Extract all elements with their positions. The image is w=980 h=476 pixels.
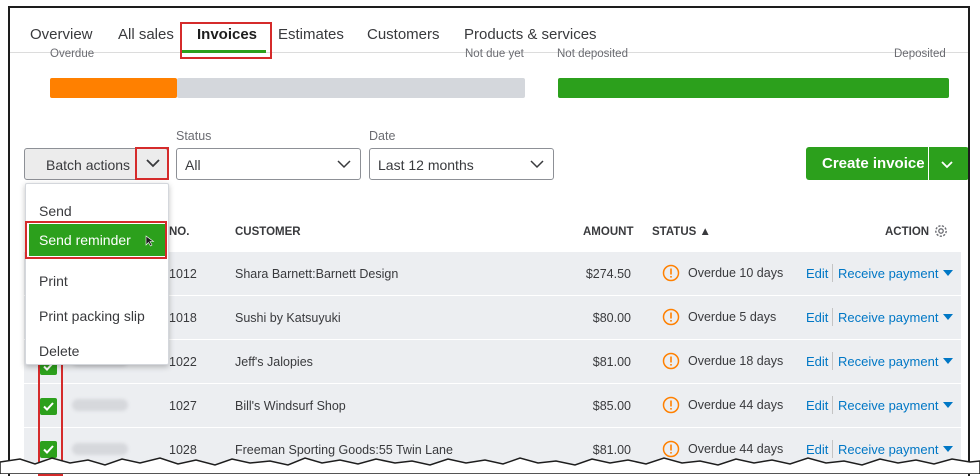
customer-name: Bill's Windsurf Shop: [235, 399, 346, 413]
invoices-page: Overview All sales Invoices Estimates Cu…: [8, 6, 970, 476]
warning-icon: [662, 352, 680, 370]
edit-link[interactable]: Edit: [806, 398, 828, 413]
caret-down-icon[interactable]: [942, 400, 954, 410]
header-action: ACTION: [885, 226, 930, 238]
action-divider: [832, 352, 833, 370]
customer-name: Sushi by Katsuyuki: [235, 311, 341, 325]
invoice-no: 1022: [169, 355, 197, 369]
receive-payment-link[interactable]: Receive payment: [838, 398, 938, 413]
chevron-down-icon[interactable]: [938, 155, 956, 173]
menu-item-send-reminder-label: Send reminder: [39, 232, 131, 248]
invoice-amount: $81.00: [592, 355, 631, 369]
receive-payment-link[interactable]: Receive payment: [838, 266, 938, 281]
customer-name: Jeff's Jalopies: [235, 355, 313, 369]
date-filter-label: Date: [369, 129, 396, 143]
row-checkbox[interactable]: [40, 398, 57, 415]
deposited-caption: Deposited: [894, 48, 946, 60]
edit-link[interactable]: Edit: [806, 266, 828, 281]
menu-item-send[interactable]: Send: [39, 203, 72, 219]
warning-icon: [662, 308, 680, 326]
torn-edge: [0, 457, 980, 474]
batch-actions-label: Batch actions: [46, 157, 131, 173]
deposited-bar[interactable]: [558, 78, 949, 98]
menu-item-send-reminder[interactable]: Send reminder: [29, 224, 165, 256]
warning-icon: [662, 264, 680, 282]
invoice-no: 1012: [169, 267, 197, 281]
not-deposited-caption: Not deposited: [557, 48, 628, 60]
batch-actions-button[interactable]: Batch actions: [24, 148, 168, 180]
header-customer[interactable]: CUSTOMER: [235, 226, 301, 238]
chevron-down-icon: [337, 160, 351, 169]
customer-name: Shara Barnett:Barnett Design: [235, 267, 399, 281]
overdue-bar[interactable]: [50, 78, 177, 98]
status-filter-label: Status: [176, 129, 212, 143]
action-divider: [832, 396, 833, 414]
check-icon: [43, 402, 54, 411]
header-amount[interactable]: AMOUNT: [583, 226, 633, 238]
status-text: Overdue 18 days: [688, 354, 784, 368]
invoice-amount: $80.00: [592, 311, 631, 325]
status-text: Overdue 5 days: [688, 310, 777, 324]
tab-invoices[interactable]: Invoices: [197, 26, 257, 43]
gear-icon[interactable]: [933, 223, 949, 239]
caret-down-icon[interactable]: [942, 356, 954, 366]
batch-actions-divider: [135, 149, 136, 179]
action-divider: [832, 264, 833, 282]
action-divider: [832, 308, 833, 326]
date-filter-select[interactable]: Last 12 months: [369, 148, 554, 180]
receive-payment-link[interactable]: Receive payment: [838, 310, 938, 325]
tab-overview[interactable]: Overview: [30, 26, 93, 43]
overdue-caption: Overdue: [50, 48, 95, 60]
status-filter-select[interactable]: All: [176, 148, 361, 180]
menu-item-print-packing-slip[interactable]: Print packing slip: [39, 308, 145, 324]
tab-products-services[interactable]: Products & services: [464, 26, 597, 43]
tab-all-sales[interactable]: All sales: [118, 26, 174, 43]
create-invoice-button[interactable]: Create invoice: [806, 147, 968, 180]
header-no[interactable]: NO.: [169, 226, 189, 238]
chevron-down-icon: [530, 160, 544, 169]
menu-item-delete[interactable]: Delete: [39, 343, 79, 359]
tab-bar: Overview All sales Invoices Estimates Cu…: [10, 8, 968, 53]
tab-customers[interactable]: Customers: [367, 26, 440, 43]
active-tab-indicator: [182, 50, 266, 53]
not-due-bar[interactable]: [177, 78, 525, 98]
create-invoice-label: Create invoice: [822, 155, 925, 172]
date-filter-value: Last 12 months: [378, 157, 474, 173]
status-text: Overdue 10 days: [688, 266, 784, 280]
cursor-icon: [145, 235, 155, 247]
invoice-no: 1027: [169, 399, 197, 413]
caret-down-icon[interactable]: [942, 312, 954, 322]
table-row[interactable]: 1027 Bill's Windsurf Shop $85.00 Overdue…: [165, 384, 961, 428]
redacted-date: [72, 399, 128, 411]
edit-link[interactable]: Edit: [806, 310, 828, 325]
status-filter-value: All: [185, 157, 201, 173]
invoice-no: 1018: [169, 311, 197, 325]
menu-item-print[interactable]: Print: [39, 273, 68, 289]
edit-link[interactable]: Edit: [806, 354, 828, 369]
tab-estimates[interactable]: Estimates: [278, 26, 344, 43]
table-row[interactable]: 1012 Shara Barnett:Barnett Design $274.5…: [165, 252, 961, 296]
receive-payment-link[interactable]: Receive payment: [838, 354, 938, 369]
status-text: Overdue 44 days: [688, 398, 784, 412]
header-status[interactable]: STATUS ▲: [652, 226, 711, 238]
invoice-amount: $85.00: [592, 399, 631, 413]
caret-down-icon[interactable]: [942, 268, 954, 278]
warning-icon: [662, 396, 680, 414]
invoice-amount: $274.50: [585, 267, 631, 281]
chevron-down-icon[interactable]: [143, 153, 163, 173]
table-row[interactable]: 1018 Sushi by Katsuyuki $80.00 Overdue 5…: [165, 296, 961, 340]
table-header: NO. CUSTOMER AMOUNT STATUS ▲ ACTION: [165, 214, 965, 250]
not-due-caption: Not due yet: [465, 48, 524, 60]
batch-actions-menu: Send Send reminder Print Print packing s…: [25, 183, 169, 365]
table-row[interactable]: 1022 Jeff's Jalopies $81.00 Overdue 18 d…: [165, 340, 961, 384]
create-invoice-divider: [928, 147, 929, 180]
